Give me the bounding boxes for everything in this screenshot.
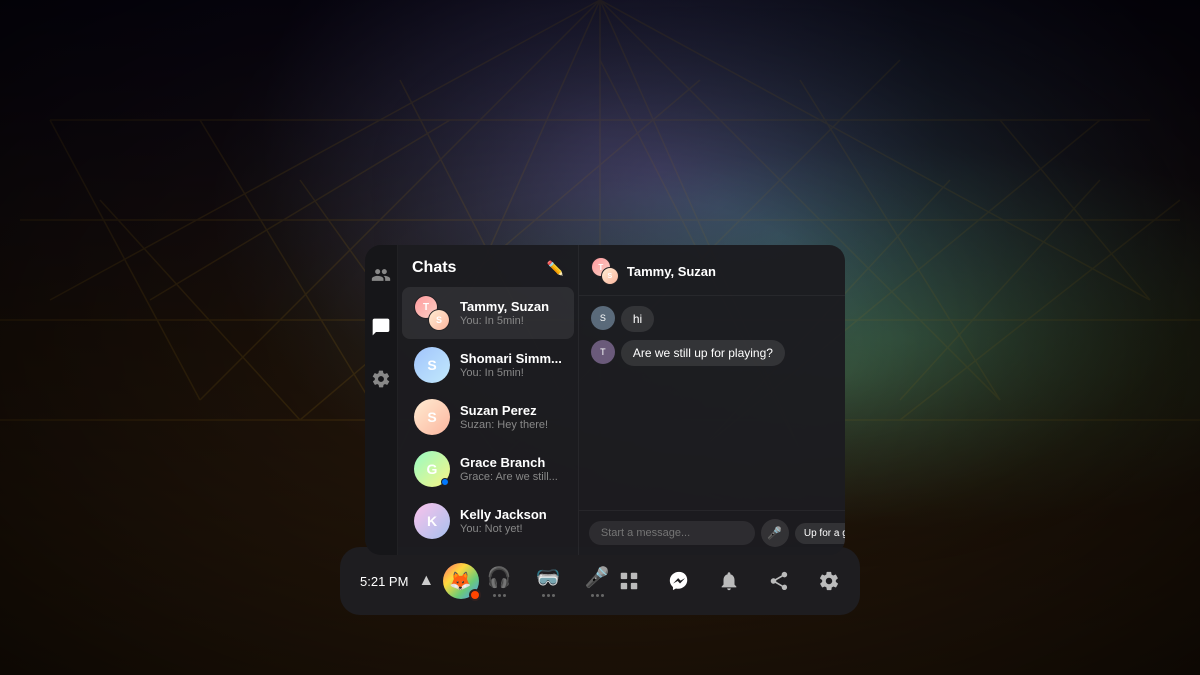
chat-list-header: Chats ✏️ [398, 245, 578, 287]
chat-info-grace: Grace Branch Grace: Are we still... [460, 455, 562, 483]
chat-input-area: 🎤 Up for a game? Join me in VR Le... [579, 510, 845, 555]
chat-list: Chats ✏️ T S Tammy, Suzan You: In 5min! … [398, 245, 579, 555]
chat-preview-shomari: You: In 5min! [460, 367, 562, 379]
chat-header-left: T S Tammy, Suzan [591, 257, 716, 285]
chat-preview-tammy-suzan: You: In 5min! [460, 315, 562, 327]
header-avatar-suzan: S [601, 267, 619, 285]
notifications-icon[interactable] [718, 570, 740, 592]
messenger-icon[interactable] [668, 570, 690, 592]
taskbar-time: 5:21 PM [360, 574, 408, 589]
chats-title: Chats [412, 259, 456, 277]
avatar-wrap-shomari: S [414, 347, 450, 383]
taskbar-device-icons: 🎧 🥽 🎤 [487, 565, 610, 597]
chat-item-tammy-suzan[interactable]: T S Tammy, Suzan You: In 5min! [402, 287, 574, 339]
messages-area: S hi T Are we still up for playing? In 5… [579, 296, 845, 510]
message-row-3: In 5min! [591, 374, 845, 400]
chat-preview-kelly: You: Not yet! [460, 523, 562, 535]
avatar-suzan-perez: S [414, 399, 450, 435]
headset-dots [493, 594, 506, 597]
avatar-kelly: K [414, 503, 450, 539]
avatar-badge [469, 589, 481, 601]
headset-icon: 🎧 [487, 565, 512, 590]
msg-avatar-2: T [591, 340, 615, 364]
wifi-icon: ▲ [418, 572, 434, 590]
chat-item-shomari[interactable]: S Shomari Simm... You: In 5min! [402, 339, 574, 391]
sidebar-settings-icon[interactable] [365, 363, 397, 395]
chat-window: T S Tammy, Suzan Create Party ⋮ S hi [579, 245, 845, 555]
sidebar [365, 245, 398, 555]
chat-header: T S Tammy, Suzan Create Party ⋮ [579, 245, 845, 296]
taskbar-left: 5:21 PM ▲ [360, 572, 434, 590]
apps-icon[interactable] [618, 570, 640, 592]
sidebar-people-icon[interactable] [365, 259, 397, 291]
avatar-group-tammy-suzan: T S [414, 295, 450, 331]
chat-item-grace[interactable]: G Grace Branch Grace: Are we still... [402, 443, 574, 495]
share-icon[interactable] [768, 570, 790, 592]
message-row-2: T Are we still up for playing? [591, 340, 845, 366]
mic-icon: 🎤 [585, 565, 610, 590]
mic-dots [591, 594, 604, 597]
taskbar: 5:21 PM ▲ 🦊 🎧 🥽 🎤 [340, 547, 860, 615]
avatar-wrap-tammy-suzan: T S [414, 295, 450, 331]
chat-preview-suzan: Suzan: Hey there! [460, 419, 562, 431]
chat-name-kelly: Kelly Jackson [460, 507, 562, 522]
chat-name-shomari: Shomari Simm... [460, 351, 562, 366]
quick-action-game[interactable]: Up for a game? [795, 523, 845, 544]
avatar-wrap-grace: G [414, 451, 450, 487]
mic-icon-group[interactable]: 🎤 [585, 565, 610, 597]
sidebar-chat-icon[interactable] [365, 311, 397, 343]
user-avatar[interactable]: 🦊 [443, 563, 479, 599]
avatar-wrap-suzan: S [414, 399, 450, 435]
taskbar-nav-icons [618, 570, 840, 592]
vr-dots [542, 594, 555, 597]
message-input[interactable] [589, 521, 755, 545]
chat-item-suzan[interactable]: S Suzan Perez Suzan: Hey there! [402, 391, 574, 443]
vr-glasses-icon: 🥽 [536, 565, 561, 590]
msg-avatar-1: S [591, 306, 615, 330]
msg-bubble-2: Are we still up for playing? [621, 340, 785, 366]
avatar-shomari: S [414, 347, 450, 383]
chat-name-suzan: Suzan Perez [460, 403, 562, 418]
mic-button[interactable]: 🎤 [761, 519, 789, 547]
chat-info-kelly: Kelly Jackson You: Not yet! [460, 507, 562, 535]
chat-item-kelly[interactable]: K Kelly Jackson You: Not yet! [402, 495, 574, 547]
avatar-suzan-small: S [428, 309, 450, 331]
chat-header-name: Tammy, Suzan [627, 264, 716, 279]
chat-info-suzan: Suzan Perez Suzan: Hey there! [460, 403, 562, 431]
taskbar-settings-icon[interactable] [818, 570, 840, 592]
chat-name-grace: Grace Branch [460, 455, 562, 470]
chat-panel: Chats ✏️ T S Tammy, Suzan You: In 5min! … [365, 245, 845, 555]
headset-icon-group[interactable]: 🎧 [487, 565, 512, 597]
chat-info-tammy-suzan: Tammy, Suzan You: In 5min! [460, 299, 562, 327]
msg-bubble-1: hi [621, 306, 654, 332]
chat-name-tammy-suzan: Tammy, Suzan [460, 299, 562, 314]
chat-header-avatar-group: T S [591, 257, 619, 285]
unread-dot-grace [441, 478, 449, 486]
chat-preview-grace: Grace: Are we still... [460, 471, 562, 483]
avatar-wrap-kelly: K [414, 503, 450, 539]
chat-info-shomari: Shomari Simm... You: In 5min! [460, 351, 562, 379]
message-row-1: S hi [591, 306, 845, 332]
edit-icon[interactable]: ✏️ [546, 260, 563, 277]
vr-glasses-icon-group[interactable]: 🥽 [536, 565, 561, 597]
